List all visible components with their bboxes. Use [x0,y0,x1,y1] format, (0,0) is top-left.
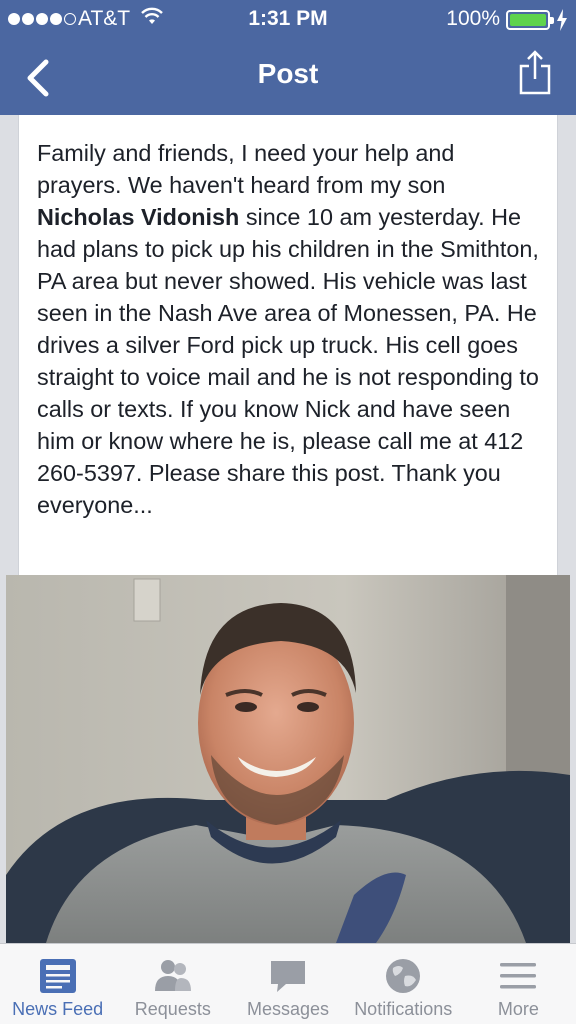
app-screen: AT&T 1:31 PM 100% Post Family and friend… [0,0,576,1024]
tab-more[interactable]: More [461,944,576,1024]
tab-label: Messages [246,999,330,1019]
page-title: Post [257,58,319,89]
notifications-icon [386,959,421,993]
tab-news-feed[interactable]: News Feed [0,944,115,1024]
post-text-end: since 10 am yesterday. He had plans to p… [37,204,539,518]
post-card: Family and friends, I need your help and… [18,115,558,575]
more-icon [500,963,537,989]
messages-icon [271,961,305,992]
requests-icon [154,960,191,991]
tab-label: Notifications [354,999,453,1019]
post-tagged-name[interactable]: Nicholas Vidonish [37,204,239,230]
post-body: Family and friends, I need your help and… [37,137,542,521]
tab-requests[interactable]: Requests [115,944,230,1024]
battery-icon [506,10,554,30]
charging-bolt-icon [557,9,567,31]
battery-percent: 100% [446,7,500,30]
nav-bar: Post [0,40,576,115]
tab-bar: News Feed Requests Messages Notification… [0,943,576,1024]
post-photo[interactable] [6,575,570,943]
tab-messages[interactable]: Messages [230,944,345,1024]
news-feed-icon [39,959,76,993]
tab-notifications[interactable]: Notifications [346,944,461,1024]
tab-label: Requests [134,999,211,1019]
tab-label: More [497,999,539,1019]
share-button[interactable] [518,48,552,96]
tab-label: News Feed [12,999,104,1019]
header: AT&T 1:31 PM 100% Post [0,0,576,115]
photo-image [6,575,570,943]
status-bar: AT&T 1:31 PM 100% [0,0,576,40]
post-text-start: Family and friends, I need your help and… [37,140,455,198]
